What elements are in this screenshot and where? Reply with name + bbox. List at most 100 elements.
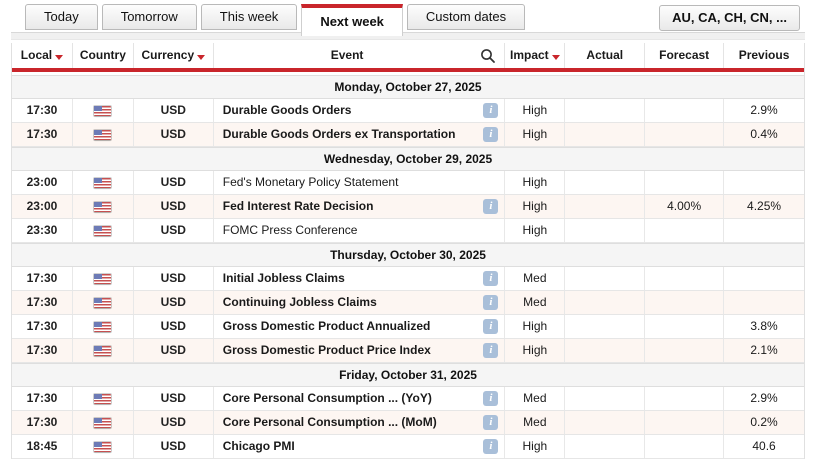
- time-cell: 17:30: [12, 267, 73, 290]
- impact-cell: High: [505, 123, 565, 146]
- event-row[interactable]: 17:30 USD Core Personal Consumption ... …: [12, 411, 804, 435]
- time-cell: 17:30: [12, 339, 73, 362]
- forecast-cell: [645, 411, 724, 434]
- date-label: Wednesday, October 29, 2025: [324, 152, 492, 166]
- date-group-header: Thursday, October 30, 2025: [12, 243, 804, 267]
- info-icon[interactable]: i: [483, 271, 498, 286]
- country-cell: [73, 339, 134, 362]
- info-icon[interactable]: i: [483, 127, 498, 142]
- currency-cell: USD: [134, 123, 214, 146]
- info-icon[interactable]: i: [483, 319, 498, 334]
- table-body: Monday, October 27, 2025 17:30 USD Durab…: [12, 72, 804, 459]
- event-row[interactable]: 17:30 USD Gross Domestic Product Price I…: [12, 339, 804, 363]
- info-icon[interactable]: i: [483, 415, 498, 430]
- previous-cell: 40.6: [724, 435, 804, 458]
- event-name[interactable]: Chicago PMI: [223, 435, 484, 458]
- previous-cell: [724, 267, 804, 290]
- event-cell: Durable Goods Orders i: [214, 99, 506, 122]
- currency-cell: USD: [134, 195, 214, 218]
- event-row[interactable]: 17:30 USD Continuing Jobless Claims i Me…: [12, 291, 804, 315]
- time-cell: 23:00: [12, 171, 73, 194]
- event-name[interactable]: Continuing Jobless Claims: [223, 291, 484, 314]
- column-header-local[interactable]: Local: [12, 43, 73, 68]
- event-row[interactable]: 23:00 USD Fed Interest Rate Decision i H…: [12, 195, 804, 219]
- actual-cell: [565, 195, 645, 218]
- tab-this-week[interactable]: This week: [201, 4, 298, 30]
- column-header-actual[interactable]: Actual: [565, 43, 645, 68]
- info-icon[interactable]: i: [483, 343, 498, 358]
- currency-cell: USD: [134, 435, 214, 458]
- forecast-cell: [645, 435, 724, 458]
- search-icon[interactable]: [480, 48, 496, 64]
- event-row[interactable]: 17:30 USD Durable Goods Orders ex Transp…: [12, 123, 804, 147]
- info-icon[interactable]: i: [483, 439, 498, 454]
- forecast-cell: [645, 267, 724, 290]
- event-row[interactable]: 18:45 USD Chicago PMI i High 40.6: [12, 435, 804, 459]
- event-row[interactable]: 17:30 USD Core Personal Consumption ... …: [12, 387, 804, 411]
- sort-icon: [55, 55, 63, 60]
- currency-filter-button[interactable]: AU, CA, CH, CN, ...: [659, 5, 800, 31]
- calendar-table: Local Country Currency Event Impact Actu…: [11, 43, 805, 459]
- tab-tomorrow[interactable]: Tomorrow: [102, 4, 197, 30]
- event-row[interactable]: 17:30 USD Gross Domestic Product Annuali…: [12, 315, 804, 339]
- event-name[interactable]: Core Personal Consumption ... (MoM): [223, 411, 484, 434]
- actual-cell: [565, 171, 645, 194]
- event-name[interactable]: Durable Goods Orders: [223, 99, 484, 122]
- event-name[interactable]: Core Personal Consumption ... (YoY): [223, 387, 484, 410]
- us-flag-icon: [94, 202, 111, 212]
- info-icon[interactable]: i: [483, 295, 498, 310]
- event-cell: Durable Goods Orders ex Transportation i: [214, 123, 506, 146]
- info-icon[interactable]: i: [483, 103, 498, 118]
- date-label: Monday, October 27, 2025: [334, 80, 481, 94]
- country-cell: [73, 219, 134, 242]
- column-header-impact-label: Impact: [510, 48, 549, 62]
- event-name[interactable]: Fed's Monetary Policy Statement: [223, 171, 484, 194]
- date-label: Friday, October 31, 2025: [339, 368, 477, 382]
- previous-cell: 0.2%: [724, 411, 804, 434]
- currency-cell: USD: [134, 291, 214, 314]
- column-header-previous[interactable]: Previous: [724, 43, 804, 68]
- toolbar: Today Tomorrow This week Next week Custo…: [11, 4, 805, 40]
- time-cell: 17:30: [12, 411, 73, 434]
- country-cell: [73, 387, 134, 410]
- event-name[interactable]: Gross Domestic Product Price Index: [223, 339, 484, 362]
- previous-cell: 4.25%: [724, 195, 804, 218]
- column-header-currency-label: Currency: [141, 48, 194, 62]
- event-name[interactable]: Durable Goods Orders ex Transportation: [223, 123, 484, 146]
- event-cell: Gross Domestic Product Annualized i: [214, 315, 506, 338]
- tab-today[interactable]: Today: [25, 4, 98, 30]
- impact-cell: High: [505, 195, 565, 218]
- time-cell: 23:30: [12, 219, 73, 242]
- event-name[interactable]: Fed Interest Rate Decision: [223, 195, 484, 218]
- impact-cell: High: [505, 219, 565, 242]
- us-flag-icon: [94, 322, 111, 332]
- economic-calendar-widget: Today Tomorrow This week Next week Custo…: [0, 0, 824, 459]
- event-row[interactable]: 17:30 USD Initial Jobless Claims i Med: [12, 267, 804, 291]
- column-header-event-label: Event: [214, 43, 481, 68]
- forecast-cell: [645, 123, 724, 146]
- info-icon[interactable]: i: [483, 391, 498, 406]
- actual-cell: [565, 267, 645, 290]
- event-name[interactable]: FOMC Press Conference: [223, 219, 484, 242]
- event-name[interactable]: Gross Domestic Product Annualized: [223, 315, 484, 338]
- time-cell: 17:30: [12, 291, 73, 314]
- column-header-impact[interactable]: Impact: [505, 43, 565, 68]
- tab-custom-dates[interactable]: Custom dates: [407, 4, 525, 30]
- event-row[interactable]: 23:30 USD FOMC Press Conference High: [12, 219, 804, 243]
- column-header-forecast[interactable]: Forecast: [645, 43, 724, 68]
- tab-next-week[interactable]: Next week: [301, 4, 403, 36]
- sort-icon: [197, 55, 205, 60]
- event-name[interactable]: Initial Jobless Claims: [223, 267, 484, 290]
- country-cell: [73, 315, 134, 338]
- previous-cell: [724, 171, 804, 194]
- event-row[interactable]: 17:30 USD Durable Goods Orders i High 2.…: [12, 99, 804, 123]
- column-header-currency[interactable]: Currency: [134, 43, 214, 68]
- forecast-cell: [645, 219, 724, 242]
- event-row[interactable]: 23:00 USD Fed's Monetary Policy Statemen…: [12, 171, 804, 195]
- impact-cell: High: [505, 315, 565, 338]
- column-header-country[interactable]: Country: [73, 43, 134, 68]
- currency-cell: USD: [134, 99, 214, 122]
- sort-icon: [552, 55, 560, 60]
- date-group-header: Wednesday, October 29, 2025: [12, 147, 804, 171]
- info-icon[interactable]: i: [483, 199, 498, 214]
